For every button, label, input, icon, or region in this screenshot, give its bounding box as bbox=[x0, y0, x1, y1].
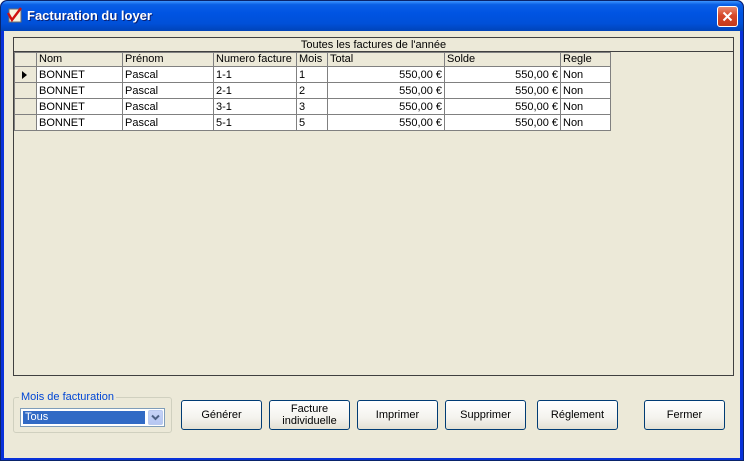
cell-prenom[interactable]: Pascal bbox=[122, 82, 214, 99]
cell-mois[interactable]: 3 bbox=[296, 98, 328, 115]
row-pointer-icon bbox=[22, 70, 27, 79]
cell-numero-facture[interactable]: 5-1 bbox=[213, 114, 297, 131]
payment-button[interactable]: Réglement bbox=[537, 400, 618, 430]
row-indicator[interactable] bbox=[14, 66, 37, 83]
row-indicator[interactable] bbox=[14, 114, 37, 131]
cell-regle[interactable]: Non bbox=[560, 114, 611, 131]
cell-regle[interactable]: Non bbox=[560, 82, 611, 99]
close-button[interactable]: Fermer bbox=[644, 400, 725, 430]
table-row[interactable]: BONNET Pascal 3-1 3 550,00 € 550,00 € No… bbox=[14, 98, 611, 115]
individual-invoice-button[interactable]: Facture individuelle bbox=[269, 400, 350, 430]
cell-total[interactable]: 550,00 € bbox=[327, 66, 445, 83]
print-button[interactable]: Imprimer bbox=[357, 400, 438, 430]
close-window-button[interactable] bbox=[717, 6, 738, 27]
cell-nom[interactable]: BONNET bbox=[36, 66, 123, 83]
table-row[interactable]: BONNET Pascal 2-1 2 550,00 € 550,00 € No… bbox=[14, 82, 611, 99]
cell-solde[interactable]: 550,00 € bbox=[444, 114, 561, 131]
cell-solde[interactable]: 550,00 € bbox=[444, 66, 561, 83]
table-header-row: Nom Prénom Numero facture Mois Total Sol… bbox=[14, 52, 611, 67]
cell-numero-facture[interactable]: 1-1 bbox=[213, 66, 297, 83]
billing-month-group: Mois de facturation Tous bbox=[13, 391, 172, 433]
cell-regle[interactable]: Non bbox=[560, 98, 611, 115]
column-header-numero-facture[interactable]: Numero facture bbox=[213, 52, 297, 67]
cell-numero-facture[interactable]: 3-1 bbox=[213, 98, 297, 115]
window-client-area: Toutes les factures de l'année Nom Préno… bbox=[4, 31, 740, 458]
cell-mois[interactable]: 5 bbox=[296, 114, 328, 131]
cell-solde[interactable]: 550,00 € bbox=[444, 98, 561, 115]
cell-prenom[interactable]: Pascal bbox=[122, 114, 214, 131]
close-icon bbox=[722, 11, 733, 22]
cell-regle[interactable]: Non bbox=[560, 66, 611, 83]
billing-month-value: Tous bbox=[23, 411, 145, 424]
cell-total[interactable]: 550,00 € bbox=[327, 82, 445, 99]
row-indicator[interactable] bbox=[14, 82, 37, 99]
invoice-grid[interactable]: Toutes les factures de l'année Nom Préno… bbox=[13, 37, 734, 376]
dropdown-button[interactable] bbox=[148, 410, 163, 425]
column-header-total[interactable]: Total bbox=[327, 52, 445, 67]
column-header-solde[interactable]: Solde bbox=[444, 52, 561, 67]
billing-month-label: Mois de facturation bbox=[19, 391, 116, 403]
row-indicator[interactable] bbox=[14, 98, 37, 115]
cell-solde[interactable]: 550,00 € bbox=[444, 82, 561, 99]
table-row[interactable]: BONNET Pascal 5-1 5 550,00 € 550,00 € No… bbox=[14, 114, 611, 131]
cell-mois[interactable]: 1 bbox=[296, 66, 328, 83]
cell-total[interactable]: 550,00 € bbox=[327, 114, 445, 131]
main-window: Facturation du loyer Toutes les factures… bbox=[0, 0, 744, 461]
cell-prenom[interactable]: Pascal bbox=[122, 66, 214, 83]
chevron-down-icon bbox=[151, 414, 160, 421]
window-title: Facturation du loyer bbox=[27, 8, 152, 23]
column-header-regle[interactable]: Regle bbox=[560, 52, 611, 67]
table-row[interactable]: BONNET Pascal 1-1 1 550,00 € 550,00 € No… bbox=[14, 66, 611, 83]
individual-invoice-label-line1: Facture bbox=[290, 403, 329, 415]
column-header-prenom[interactable]: Prénom bbox=[122, 52, 214, 67]
checkmark-app-icon bbox=[7, 7, 22, 23]
billing-month-select[interactable]: Tous bbox=[20, 408, 165, 427]
cell-nom[interactable]: BONNET bbox=[36, 82, 123, 99]
invoice-table[interactable]: Nom Prénom Numero facture Mois Total Sol… bbox=[14, 52, 611, 131]
grid-caption: Toutes les factures de l'année bbox=[14, 38, 733, 52]
cell-numero-facture[interactable]: 2-1 bbox=[213, 82, 297, 99]
cell-nom[interactable]: BONNET bbox=[36, 114, 123, 131]
cell-nom[interactable]: BONNET bbox=[36, 98, 123, 115]
cell-mois[interactable]: 2 bbox=[296, 82, 328, 99]
title-bar[interactable]: Facturation du loyer bbox=[1, 1, 743, 31]
cell-prenom[interactable]: Pascal bbox=[122, 98, 214, 115]
column-header-mois[interactable]: Mois bbox=[296, 52, 328, 67]
cell-total[interactable]: 550,00 € bbox=[327, 98, 445, 115]
column-header-nom[interactable]: Nom bbox=[36, 52, 123, 67]
delete-button[interactable]: Supprimer bbox=[445, 400, 526, 430]
header-indicator bbox=[14, 52, 37, 67]
generate-button[interactable]: Générer bbox=[181, 400, 262, 430]
individual-invoice-label-line2: individuelle bbox=[282, 415, 337, 427]
